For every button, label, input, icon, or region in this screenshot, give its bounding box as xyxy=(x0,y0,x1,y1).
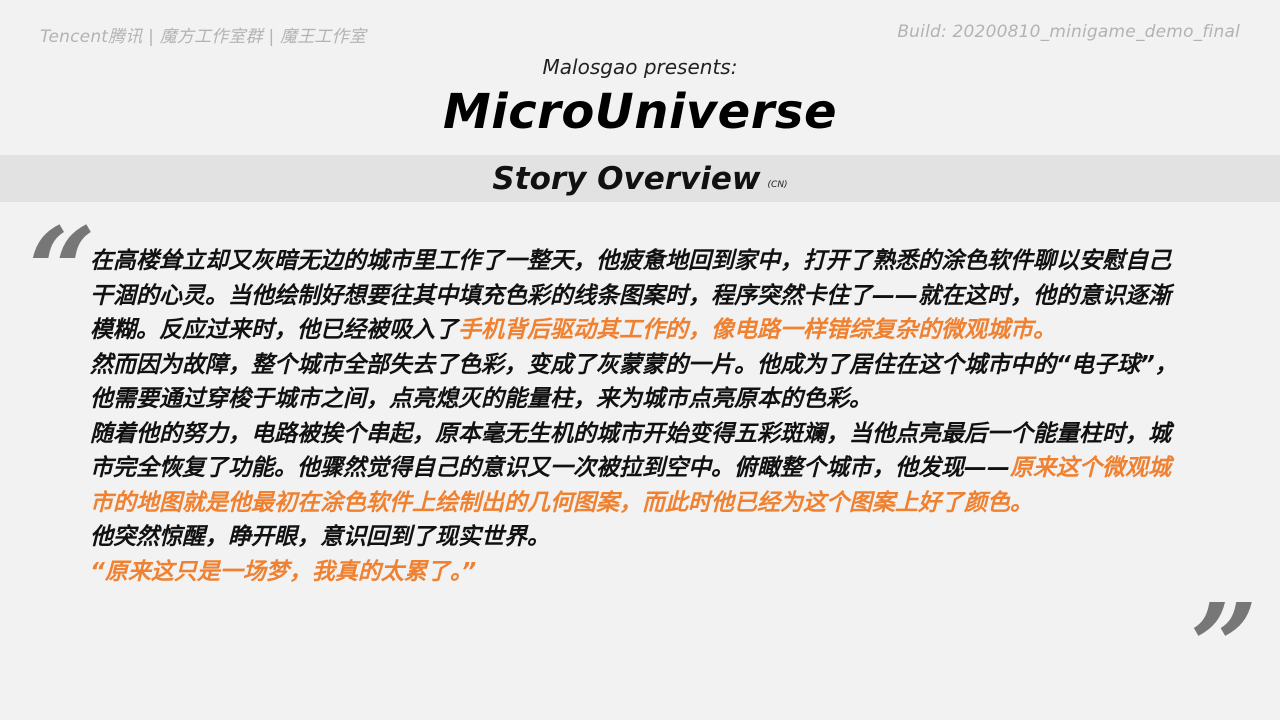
story-paragraph-2: 然而因为故障，整个城市全部失去了色彩，变成了灰蒙蒙的一片。他成为了居住在这个城市… xyxy=(90,351,1178,413)
game-title: MicroUniverse xyxy=(442,84,838,140)
story-paragraph-3: 随着他的努力，电路被挨个串起，原本毫无生机的城市开始变得五彩斑斓，当他点亮最后一… xyxy=(90,417,1180,521)
studio-credits: Tencent腾讯 | 魔方工作室群 | 魔王工作室 xyxy=(40,27,367,47)
section-header-band: Story Overview (CN) xyxy=(0,155,1280,202)
close-quote-icon: ” xyxy=(1190,577,1258,716)
section-title: Story Overview xyxy=(492,160,761,197)
story-text-highlight: 手机背后驱动其工作的，像电路一样错综复杂的微观城市。 xyxy=(458,317,1056,343)
section-language-tag: (CN) xyxy=(767,179,788,190)
story-text-normal: 随着他的努力，电路被挨个串起，原本毫无生机的城市开始变得五彩斑斓，当他点亮最后一… xyxy=(90,420,1171,482)
story-text: 在高楼耸立却又灰暗无边的城市里工作了一整天，他疲惫地回到家中，打开了熟悉的涂色软… xyxy=(90,244,1180,589)
build-label: Build: 20200810_minigame_demo_final xyxy=(897,22,1240,42)
story-paragraph-4: 他突然惊醒，睁开眼，意识回到了现实世界。 xyxy=(90,524,550,550)
open-quote-icon: “ xyxy=(28,201,96,340)
story-paragraph-1: 在高楼耸立却又灰暗无边的城市里工作了一整天，他疲惫地回到家中，打开了熟悉的涂色软… xyxy=(90,244,1180,348)
presents-line: Malosgao presents: xyxy=(542,55,738,79)
story-paragraph-5: “原来这只是一场梦，我真的太累了。” xyxy=(90,558,477,585)
